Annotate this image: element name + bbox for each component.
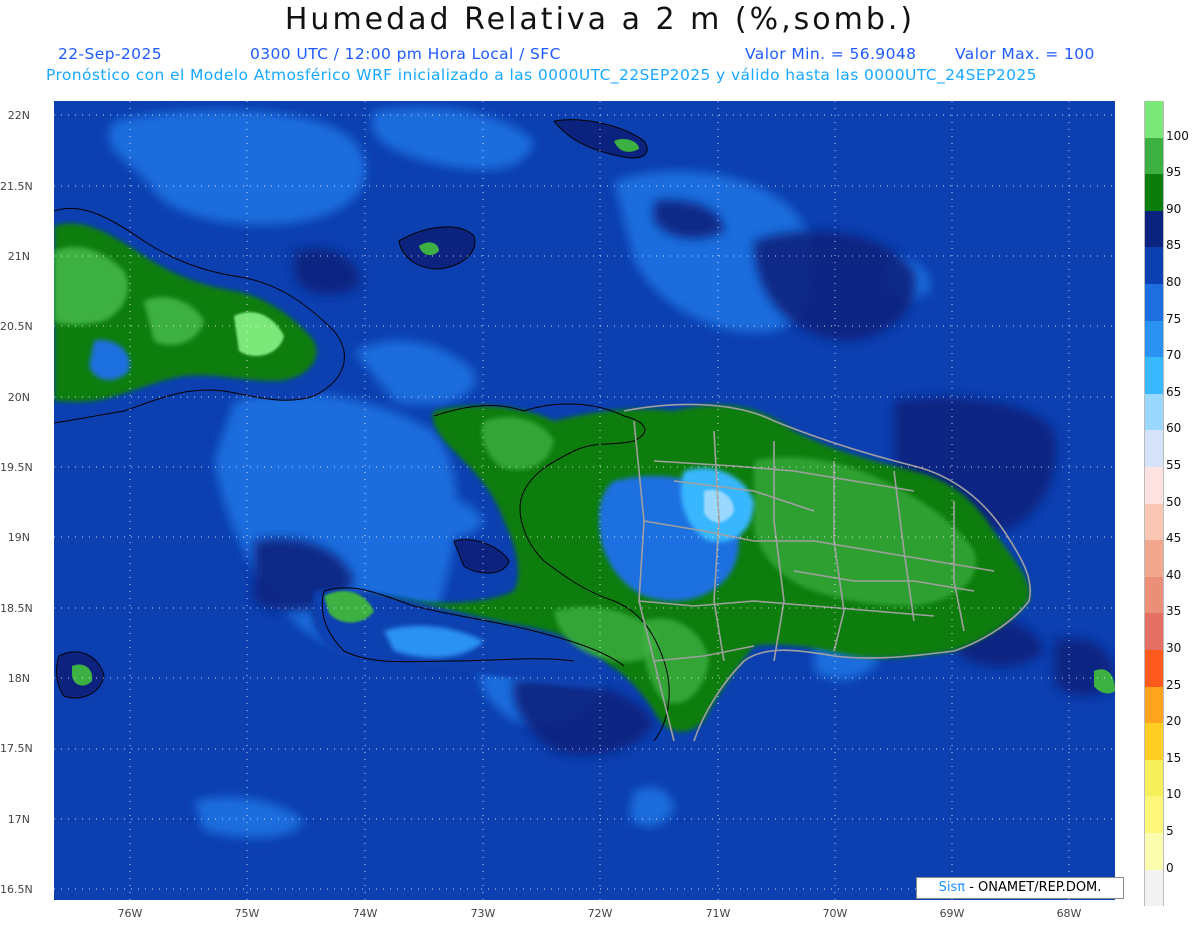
colorbar-label: 50 [1166,494,1182,509]
lon-label-76w: 76W [117,907,143,920]
colorbar-swatch [1144,796,1164,833]
lat-label-17n: 17N [7,813,30,826]
model-info: Pronóstico con el Modelo Atmosférico WRF… [46,66,1037,84]
colorbar-swatch [1144,137,1164,175]
colorbar-label: 25 [1166,677,1182,692]
credit-box: Sisπ - ONAMET/REP.DOM. [916,877,1124,899]
lat-label-21n: 21N [7,250,30,263]
colorbar-label: 20 [1166,714,1182,729]
colorbar-swatch [1144,357,1164,394]
colorbar-swatch [1144,174,1164,211]
colorbar-swatch [1144,284,1164,321]
colorbar-label: 35 [1166,604,1182,619]
humidity-map [54,101,1115,900]
lon-label-69w: 69W [939,907,965,920]
colorbar-swatch [1144,723,1164,760]
colorbar-label: 85 [1166,238,1182,253]
lon-label-71w: 71W [705,907,731,920]
colorbar-swatch [1144,540,1164,577]
colorbar-swatch [1144,503,1164,541]
colorbar-swatch [1144,430,1164,467]
colorbar-label: 15 [1166,750,1182,765]
colorbar-swatch [1144,650,1164,687]
lon-label-74w: 74W [352,907,378,920]
sisp-logo-text: Sisπ [938,880,966,895]
colorbar-label: 30 [1166,641,1182,655]
forecast-time: 0300 UTC / 12:00 pm Hora Local / SFC [250,45,561,63]
credit-org: - ONAMET/REP.DOM. [965,880,1102,895]
lat-label-21-5n: 21.5N [0,180,33,193]
forecast-date: 22-Sep-2025 [58,45,162,63]
lat-label-22n: 22N [7,109,30,122]
colorbar-label: 60 [1166,421,1182,436]
colorbar-swatch [1144,467,1164,504]
lat-label-18n: 18N [7,672,30,685]
lon-label-70w: 70W [822,907,848,920]
lon-label-72w: 72W [587,907,613,920]
lat-label-20n: 20N [7,391,30,404]
colorbar-label: 40 [1166,567,1182,582]
colorbar-label: 0 [1166,860,1174,875]
lon-label-73w: 73W [470,907,496,920]
colorbar-label: 80 [1166,275,1182,289]
colorbar-label: 70 [1166,348,1182,363]
lat-label-20-5n: 20.5N [0,320,33,333]
colorbar-swatch [1144,833,1164,870]
lat-label-18-5n: 18.5N [0,602,33,615]
map-title: Humedad Relativa a 2 m (%,somb.) [284,2,916,37]
colorbar-label: 55 [1166,458,1182,472]
colorbar-swatch [1144,686,1164,724]
colorbar-swatch [1144,759,1164,797]
colorbar-label: 75 [1166,311,1182,326]
lon-label-75w: 75W [234,907,260,920]
colorbar-label: 90 [1166,201,1182,216]
colorbar-swatch [1144,320,1164,358]
colorbar-label: 45 [1166,531,1182,546]
max-value: Valor Max. = 100 [955,45,1095,63]
colorbar-swatch [1144,210,1164,248]
min-value: Valor Min. = 56.9048 [745,45,917,63]
lat-label-16-5n: 16.5N [0,883,33,896]
colorbar-label: 100 [1166,128,1189,143]
colorbar-label: 95 [1166,165,1182,180]
lat-label-19n: 19N [7,531,30,544]
lon-label-68w: 68W [1056,907,1082,920]
colorbar-swatch [1144,393,1164,431]
colorbar-label: 10 [1166,787,1182,802]
colorbar-label: 65 [1166,384,1182,399]
colorbar-label: 5 [1166,824,1174,838]
colorbar-swatch [1144,101,1164,138]
colorbar-swatch [1144,247,1164,284]
lat-label-19-5n: 19.5N [0,461,33,474]
colorbar-swatch [1144,869,1164,907]
lat-label-17-5n: 17.5N [0,742,33,755]
colorbar-swatch [1144,613,1164,650]
colorbar-swatch [1144,576,1164,614]
